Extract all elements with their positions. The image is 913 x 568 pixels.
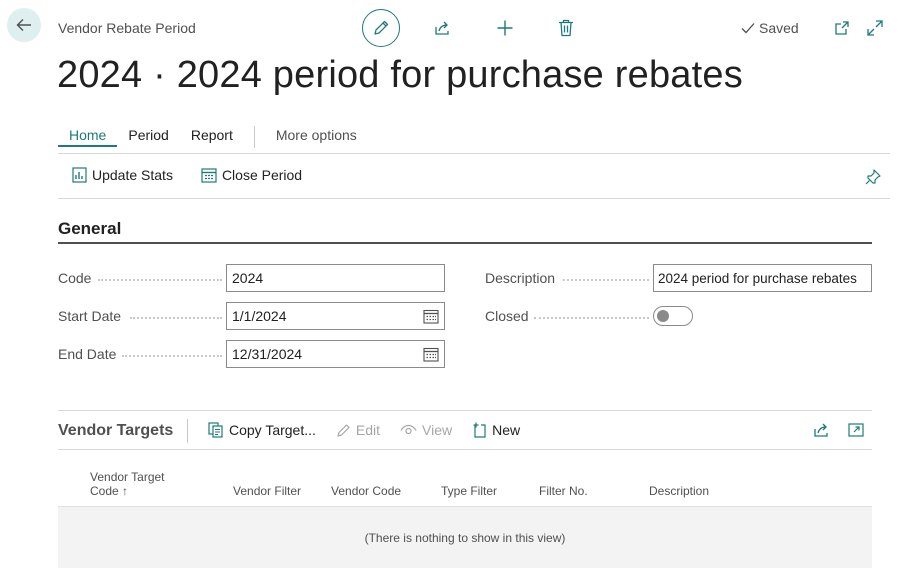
close-period-button[interactable]: Close Period bbox=[201, 167, 302, 183]
vendor-targets-title[interactable]: Vendor Targets bbox=[58, 422, 173, 440]
end-date-dots bbox=[122, 355, 222, 357]
description-value: 2024 period for purchase rebates bbox=[658, 270, 857, 286]
saved-label: Saved bbox=[759, 20, 799, 36]
start-date-label: Start Date bbox=[58, 308, 122, 324]
eye-icon bbox=[400, 424, 417, 436]
empty-list-message: (There is nothing to show in this view) bbox=[364, 530, 566, 545]
vendor-targets-bottom-line bbox=[58, 449, 872, 450]
tab-divider bbox=[253, 126, 255, 148]
closed-dots bbox=[534, 317, 649, 319]
page-title: 2024 · 2024 period for purchase rebates bbox=[57, 54, 743, 96]
end-date-label: End Date bbox=[58, 346, 117, 362]
code-field[interactable]: 2024 bbox=[226, 264, 445, 292]
back-button[interactable] bbox=[7, 8, 41, 42]
tab-report[interactable]: Report bbox=[180, 127, 244, 147]
edit-list-label: Edit bbox=[355, 422, 381, 438]
closed-toggle[interactable] bbox=[653, 306, 693, 326]
general-section-title: General bbox=[58, 219, 122, 238]
view-list-label: View bbox=[422, 422, 453, 438]
general-section-underline bbox=[58, 242, 872, 244]
column-header-description[interactable]: Description bbox=[649, 484, 709, 498]
description-label: Description bbox=[485, 270, 556, 286]
tabs-divider bbox=[58, 153, 890, 154]
edit-button[interactable] bbox=[362, 9, 400, 47]
start-date-dots bbox=[130, 317, 222, 319]
pencil-icon bbox=[336, 423, 351, 438]
tab-period[interactable]: Period bbox=[117, 127, 179, 147]
close-period-label: Close Period bbox=[221, 167, 303, 183]
expand-icon bbox=[867, 20, 883, 36]
column-header-type-filter[interactable]: Type Filter bbox=[441, 484, 497, 498]
copy-icon bbox=[208, 422, 224, 438]
column-header-vendor-target-code[interactable]: Vendor Target Code ↑ bbox=[90, 470, 180, 498]
column-header-vendor-filter[interactable]: Vendor Filter bbox=[233, 484, 301, 498]
pin-button[interactable] bbox=[864, 168, 884, 188]
view-list-button[interactable]: View bbox=[400, 422, 452, 438]
edit-list-button[interactable]: Edit bbox=[336, 422, 380, 438]
plus-icon bbox=[496, 19, 514, 37]
back-arrow-icon bbox=[15, 16, 33, 34]
closed-toggle-knob bbox=[657, 310, 669, 322]
copy-target-button[interactable]: Copy Target... bbox=[208, 422, 316, 438]
calendar-icon[interactable] bbox=[423, 309, 439, 324]
share-button[interactable] bbox=[430, 16, 454, 40]
trash-icon bbox=[558, 19, 574, 37]
open-in-new-window-icon bbox=[834, 20, 850, 36]
pencil-icon bbox=[372, 19, 390, 37]
description-field[interactable]: 2024 period for purchase rebates bbox=[653, 264, 872, 292]
closed-label: Closed bbox=[485, 308, 529, 324]
update-stats-button[interactable]: Update Stats bbox=[72, 167, 173, 183]
vendor-targets-open-button[interactable] bbox=[844, 418, 868, 442]
page-caption: Vendor Rebate Period bbox=[58, 20, 196, 36]
saved-status: Saved bbox=[741, 20, 799, 36]
code-dots bbox=[98, 279, 222, 281]
calendar-icon[interactable] bbox=[423, 347, 439, 362]
stats-icon bbox=[72, 167, 87, 183]
tab-more-options[interactable]: More options bbox=[265, 127, 368, 147]
empty-list-area: (There is nothing to show in this view) bbox=[58, 507, 872, 568]
start-date-value: 1/1/2024 bbox=[232, 308, 287, 324]
menu-tabs: Home Period Report More options bbox=[58, 126, 368, 148]
open-in-new-window-icon bbox=[848, 422, 864, 438]
action-bar: Update Stats Close Period bbox=[72, 167, 302, 183]
end-date-field[interactable]: 12/31/2024 bbox=[226, 340, 445, 368]
expand-button[interactable] bbox=[863, 16, 887, 40]
vendor-targets-top-line bbox=[58, 410, 872, 411]
column-header-filter-no[interactable]: Filter No. bbox=[539, 484, 588, 498]
calendar-grid-icon bbox=[201, 167, 217, 183]
pin-icon bbox=[864, 168, 882, 186]
new-document-icon bbox=[472, 422, 487, 438]
column-header-vendor-code[interactable]: Vendor Code bbox=[331, 484, 401, 498]
share-icon bbox=[812, 421, 830, 439]
checkmark-icon bbox=[741, 22, 755, 34]
vendor-targets-share-button[interactable] bbox=[809, 418, 833, 442]
update-stats-label: Update Stats bbox=[92, 167, 173, 183]
new-button[interactable] bbox=[493, 16, 517, 40]
tab-home[interactable]: Home bbox=[58, 127, 118, 147]
delete-button[interactable] bbox=[554, 16, 578, 40]
open-new-window-button[interactable] bbox=[830, 16, 854, 40]
share-icon bbox=[433, 19, 451, 37]
end-date-value: 12/31/2024 bbox=[232, 346, 303, 362]
actions-divider bbox=[58, 198, 890, 199]
code-label: Code bbox=[58, 270, 92, 286]
copy-target-label: Copy Target... bbox=[229, 422, 316, 438]
vendor-targets-divider bbox=[187, 419, 188, 443]
code-value: 2024 bbox=[232, 270, 264, 286]
vendor-targets-actions: Copy Target... Edit View New bbox=[208, 422, 520, 438]
description-dots bbox=[563, 279, 649, 281]
start-date-field[interactable]: 1/1/2024 bbox=[226, 302, 445, 330]
new-list-label: New bbox=[492, 422, 521, 438]
new-list-button[interactable]: New bbox=[472, 422, 520, 438]
